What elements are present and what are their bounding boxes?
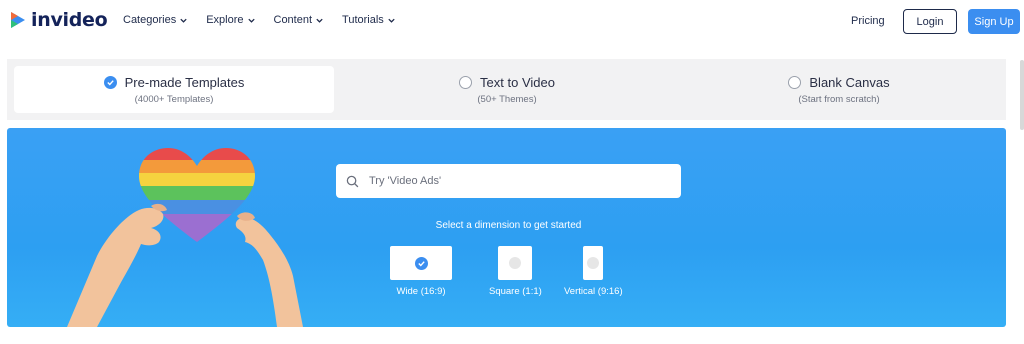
radio-icon [459,75,473,89]
top-navbar: invideo Categories Explore Content Tutor… [0,0,1024,44]
dimension-square-thumbnail[interactable] [498,246,533,280]
dimension-vertical-thumbnail[interactable] [583,246,604,280]
logo[interactable]: invideo [9,9,108,31]
dimension-wide[interactable]: Wide (16:9) [390,246,452,297]
radio-icon [587,257,600,269]
mode-premade-label: Pre-made Templates [124,74,245,90]
page: invideo Categories Explore Content Tutor… [0,0,1024,344]
search-icon [346,175,359,187]
dimension-square[interactable]: Square (1:1) [489,246,542,297]
page-scrollbar[interactable] [1020,60,1024,130]
signup-button[interactable]: Sign Up [968,9,1020,34]
main-nav: Categories Explore Content Tutorials [123,14,396,26]
mode-text-title-row: Text to Video [459,75,555,90]
mode-blank-label: Blank Canvas [809,74,890,90]
mode-premade-title-row: Pre-made Templates [103,74,245,90]
pricing-link[interactable]: Pricing [851,15,885,27]
chevron-down-icon [247,18,255,23]
nav-tutorials[interactable]: Tutorials [342,14,396,26]
checkmark-icon [103,75,117,89]
hero-banner: Select a dimension to get started Wide (… [7,128,1006,327]
mode-text-to-video[interactable]: Text to Video (50+ Themes) [347,66,667,113]
nav-explore[interactable]: Explore [206,14,255,26]
nav-content[interactable]: Content [274,14,325,26]
nav-categories[interactable]: Categories [123,14,188,26]
radio-icon [509,257,522,269]
nav-tutorials-label: Tutorials [342,14,384,26]
mode-premade-templates[interactable]: Pre-made Templates (4000+ Templates) [14,66,334,113]
dimension-prompt: Select a dimension to get started [435,220,582,231]
creation-mode-selector: Pre-made Templates (4000+ Templates) Tex… [7,59,1006,120]
search-input[interactable] [369,175,659,187]
mode-blank-title-row: Blank Canvas [788,74,890,90]
dimension-square-label: Square (1:1) [489,286,542,297]
mode-text-label: Text to Video [480,74,555,90]
chevron-down-icon [180,18,187,23]
nav-explore-label: Explore [206,14,244,26]
template-search-box[interactable] [336,164,681,198]
nav-content-label: Content [273,14,313,26]
dimension-vertical-label: Vertical (9:16) [564,286,623,297]
dimension-vertical[interactable]: Vertical (9:16) [564,246,623,297]
mode-text-subtitle: (50+ Themes) [477,93,537,105]
logo-text: invideo [31,9,108,31]
mode-premade-subtitle: (4000+ Templates) [134,93,214,105]
rainbow-heart-hands-image [67,148,303,327]
checkmark-icon [414,256,428,270]
chevron-down-icon [388,18,395,23]
nav-categories-label: Categories [123,14,177,26]
mode-blank-canvas[interactable]: Blank Canvas (Start from scratch) [679,66,999,113]
chevron-down-icon [316,18,323,23]
radio-icon [788,75,802,89]
logo-icon [11,12,25,28]
dimension-wide-thumbnail[interactable] [390,246,452,280]
login-button[interactable]: Login [903,9,957,34]
mode-blank-subtitle: (Start from scratch) [798,93,880,105]
dimension-wide-label: Wide (16:9) [396,286,446,297]
